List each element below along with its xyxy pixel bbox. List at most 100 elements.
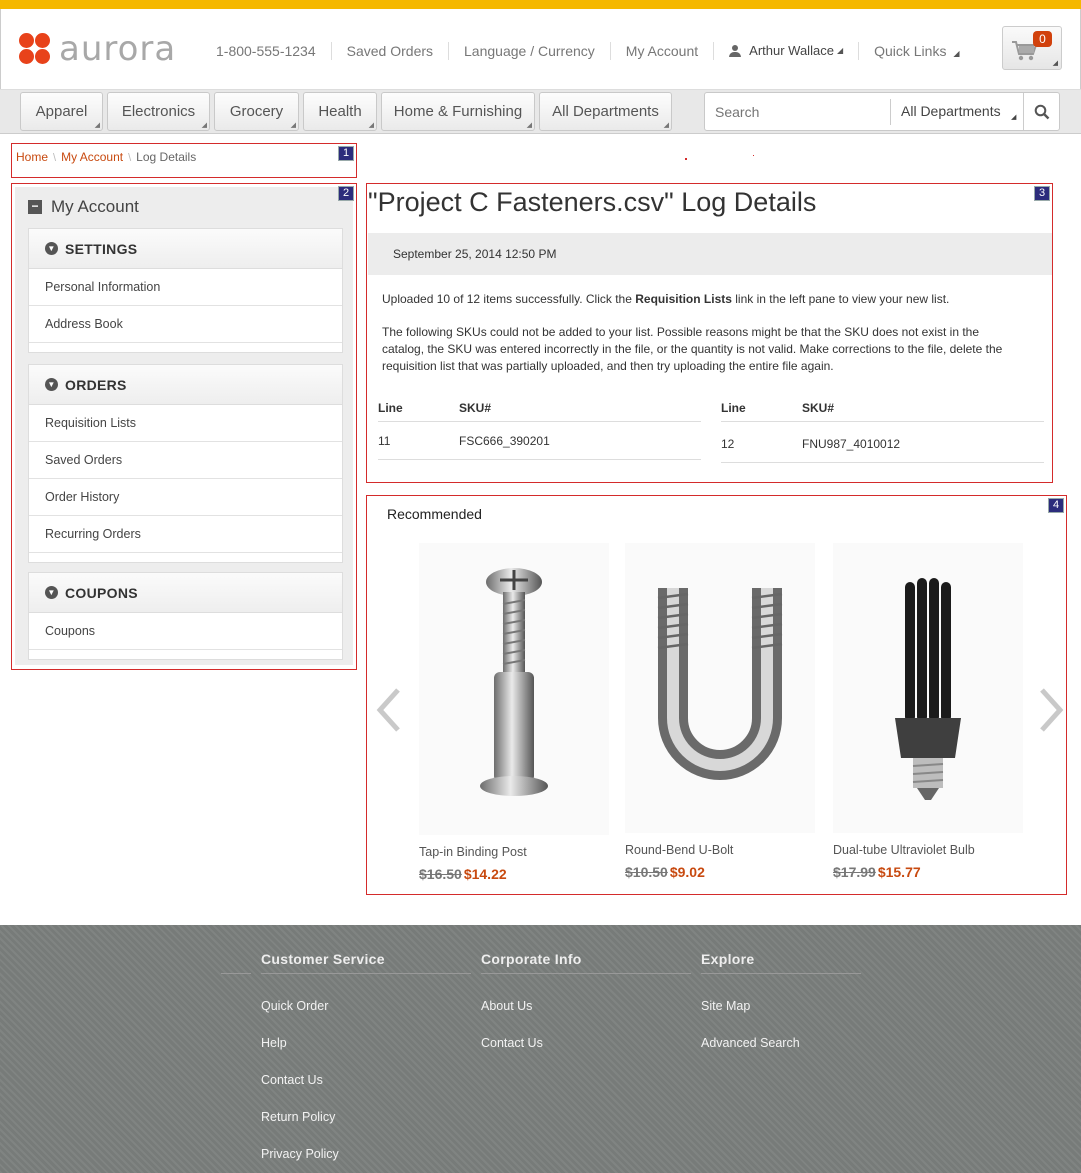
nav-label: All Departments (552, 103, 659, 120)
row-line: 12 (721, 437, 735, 451)
search-input[interactable] (705, 93, 890, 130)
quick-links-menu[interactable]: Quick Links ◢ (858, 42, 974, 60)
search-button[interactable] (1023, 93, 1060, 130)
region-marker: 2 (338, 186, 354, 201)
product-image[interactable] (419, 543, 609, 835)
caret-icon: ◢ (368, 122, 374, 129)
group-header-orders[interactable]: ▼ ORDERS (29, 365, 342, 405)
row-line: 11 (378, 434, 391, 448)
top-accent-bar (0, 0, 1081, 9)
nav-electronics[interactable]: Electronics ◢ (107, 92, 210, 131)
sidebar-item-requisition-lists[interactable]: Requisition Lists (29, 405, 342, 442)
product-name[interactable]: Round-Bend U-Bolt (625, 843, 815, 857)
nav-home-furnishing[interactable]: Home & Furnishing ◢ (381, 92, 535, 131)
column-line: Line (378, 401, 403, 415)
breadcrumb-trail: Home \ My Account \ Log Details (16, 150, 196, 164)
product-card[interactable]: Dual-tube Ultraviolet Bulb $17.99 $15.77 (833, 543, 1023, 880)
nav-label: Home & Furnishing (393, 103, 523, 120)
carousel-prev-icon[interactable] (376, 686, 402, 734)
product-name[interactable]: Tap-in Binding Post (419, 845, 609, 859)
product-price: $10.50 $9.02 (625, 864, 815, 880)
logo-mark-icon (19, 33, 51, 65)
saved-orders-link[interactable]: Saved Orders (330, 42, 448, 60)
footer-link-about-us[interactable]: About Us (481, 988, 681, 1025)
sidebar-group-orders: ▼ ORDERS Requisition Lists Saved Orders O… (28, 364, 343, 563)
chevron-down-icon: ▼ (45, 242, 58, 255)
my-account-link[interactable]: My Account (609, 42, 713, 60)
footer-link-contact-us[interactable]: Contact Us (481, 1025, 681, 1062)
breadcrumb: Home \ My Account \ Log Details 1 (11, 143, 357, 178)
nav-grocery[interactable]: Grocery ◢ (214, 92, 299, 131)
user-menu[interactable]: Arthur Wallace ◢ (713, 42, 858, 60)
footer-link-contact-us[interactable]: Contact Us (261, 1062, 461, 1099)
footer-link-help[interactable]: Help (261, 1025, 461, 1062)
uv-bulb-icon (895, 578, 961, 800)
cart-button[interactable]: 0 ◢ (1002, 26, 1062, 70)
artifact-dot (685, 158, 687, 160)
caret-icon: ◢ (201, 122, 207, 129)
product-name[interactable]: Dual-tube Ultraviolet Bulb (833, 843, 1023, 857)
footer-link-advanced-search[interactable]: Advanced Search (701, 1025, 861, 1062)
sidebar-item-recurring-orders[interactable]: Recurring Orders (29, 516, 342, 553)
failed-sku-table: Line SKU# 11 FSC666_390201 (378, 392, 701, 460)
old-price: $10.50 (625, 864, 668, 880)
footer-link-quick-order[interactable]: Quick Order (261, 988, 461, 1025)
footer-links: About Us Contact Us (481, 988, 681, 1062)
nav-label: Grocery (229, 103, 284, 120)
search-scope-select[interactable]: All Departments (901, 103, 1001, 119)
site-header: aurora 1-800-555-1234 Saved Orders Langu… (0, 9, 1081, 89)
region-marker: 4 (1048, 498, 1064, 513)
breadcrumb-account-link[interactable]: My Account (61, 150, 123, 164)
header-links: 1-800-555-1234 Saved Orders Language / C… (201, 41, 975, 61)
region-marker: 3 (1034, 186, 1050, 201)
search-icon (1034, 104, 1050, 119)
sidebar-item-order-history[interactable]: Order History (29, 479, 342, 516)
old-price: $17.99 (833, 864, 876, 880)
breadcrumb-separator: \ (53, 152, 57, 164)
nav-label: Electronics (121, 103, 196, 120)
nav-label: Apparel (35, 103, 88, 120)
product-card[interactable]: Tap-in Binding Post $16.50 $14.22 (419, 543, 609, 882)
product-card[interactable]: Round-Bend U-Bolt $10.50 $9.02 (625, 543, 815, 880)
sidebar-item-coupons[interactable]: Coupons (29, 613, 342, 650)
language-currency-link[interactable]: Language / Currency (448, 42, 610, 60)
product-price: $17.99 $15.77 (833, 864, 1023, 880)
product-image[interactable] (625, 543, 815, 833)
footer-column-title: Explore (661, 951, 861, 974)
search-bar: All Departments ◢ (704, 92, 1060, 131)
row-sku: FNU987_4010012 (802, 437, 901, 451)
sidebar-item-address-book[interactable]: Address Book (29, 306, 342, 343)
sidebar-item-personal-information[interactable]: Personal Information (29, 269, 342, 306)
breadcrumb-home-link[interactable]: Home (16, 150, 48, 164)
sidebar-item-saved-orders[interactable]: Saved Orders (29, 442, 342, 479)
logo-text: aurora (59, 29, 177, 69)
group-header-settings[interactable]: ▼ SETTINGS (29, 229, 342, 269)
sidebar-title[interactable]: − My Account (28, 197, 139, 217)
footer-link-return-policy[interactable]: Return Policy (261, 1099, 461, 1136)
carousel-next-icon[interactable] (1038, 686, 1064, 734)
nav-apparel[interactable]: Apparel ◢ (20, 92, 103, 131)
log-details-panel: "Project C Fasteners.csv" Log Details Se… (366, 183, 1053, 483)
logo[interactable]: aurora (19, 29, 177, 69)
requisition-lists-link[interactable]: Requisition Lists (635, 292, 732, 306)
footer-link-site-map[interactable]: Site Map (701, 988, 861, 1025)
sidebar-group-settings: ▼ SETTINGS Personal Information Address B… (28, 228, 343, 353)
footer-column-explore: Explore Site Map Advanced Search (661, 951, 861, 1062)
nav-all-departments[interactable]: All Departments ◢ (539, 92, 672, 131)
footer-column-corporate-info: Corporate Info About Us Contact Us (441, 951, 681, 1062)
product-image[interactable] (833, 543, 1023, 833)
group-label: COUPONS (65, 584, 138, 601)
group-header-coupons[interactable]: ▼ COUPONS (29, 573, 342, 613)
user-name: Arthur Wallace (749, 43, 834, 58)
caret-icon: ◢ (1011, 114, 1017, 121)
table-row: 12 FNU987_4010012 (721, 425, 1044, 463)
caret-icon: ◢ (526, 122, 532, 129)
row-sku: FSC666_390201 (459, 434, 550, 448)
caret-icon: ◢ (663, 122, 669, 129)
nav-health[interactable]: Health ◢ (303, 92, 377, 131)
nav-label: Health (318, 103, 362, 120)
sale-price: $14.22 (463, 866, 507, 882)
recommended-panel: Recommended Tap-in Binding Post $16.50 $1… (366, 495, 1067, 895)
footer-link-privacy-policy[interactable]: Privacy Policy (261, 1136, 461, 1173)
footer-column-customer-service: Customer Service Quick Order Help Contac… (221, 951, 461, 1173)
